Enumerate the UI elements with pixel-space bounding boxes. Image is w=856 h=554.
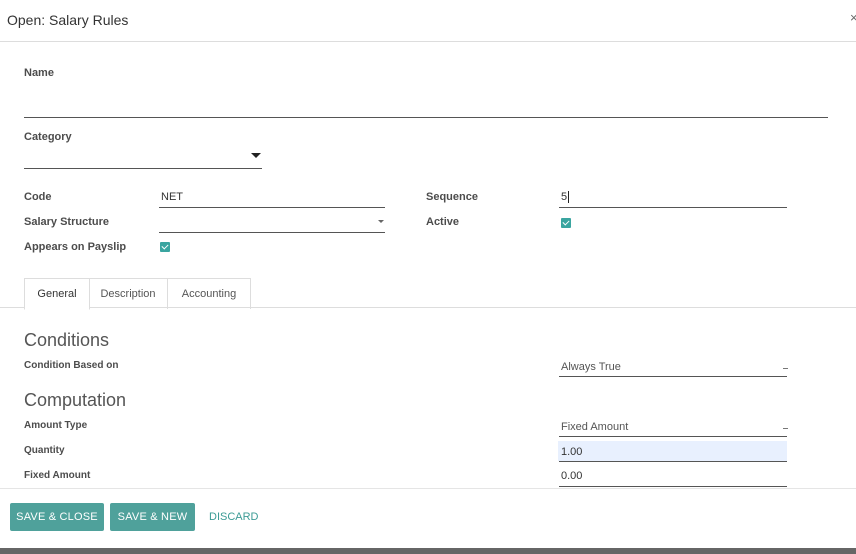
chevron-down-icon[interactable]: [251, 153, 261, 158]
sequence-input-underline: [559, 207, 787, 208]
bottom-bar: [0, 548, 856, 554]
dropdown-caret-icon: [783, 368, 788, 369]
salary-structure-underline: [159, 232, 385, 233]
save-new-button[interactable]: SAVE & NEW: [110, 503, 195, 531]
tab-label: General: [37, 288, 77, 300]
name-input-underline: [24, 117, 828, 118]
code-input-underline: [159, 207, 385, 208]
active-label: Active: [426, 216, 460, 228]
save-close-button[interactable]: SAVE & CLOSE: [10, 503, 104, 531]
fixed-amount-label: Fixed Amount: [24, 470, 91, 481]
chevron-down-icon[interactable]: [378, 220, 384, 223]
conditions-heading: Conditions: [24, 330, 110, 350]
amount-type-underline: [559, 436, 787, 437]
condition-based-on-label: Condition Based on: [24, 360, 119, 371]
appears-on-payslip-label: Appears on Payslip: [24, 241, 127, 253]
quantity-input[interactable]: 1.00: [561, 446, 582, 458]
category-select[interactable]: [24, 150, 262, 168]
sequence-input[interactable]: 5: [561, 191, 570, 204]
sequence-value: 5: [561, 191, 568, 203]
salary-structure-label: Salary Structure: [24, 216, 109, 228]
computation-heading: Computation: [24, 390, 127, 410]
sequence-label: Sequence: [426, 191, 478, 203]
tab-description[interactable]: Description: [89, 278, 168, 309]
category-select-underline: [24, 168, 262, 169]
fixed-amount-input[interactable]: 0.00: [561, 470, 582, 482]
tab-label: Accounting: [181, 288, 237, 300]
dialog-header: Open: Salary Rules ×: [0, 0, 856, 42]
amount-type-label: Amount Type: [24, 420, 88, 431]
dialog-title: Open: Salary Rules: [7, 12, 129, 28]
discard-button[interactable]: DISCARD: [209, 511, 259, 523]
condition-based-on-select[interactable]: Always True: [561, 361, 621, 373]
amount-type-select[interactable]: Fixed Amount: [561, 421, 628, 433]
dropdown-caret-icon: [783, 428, 788, 429]
quantity-label: Quantity: [24, 445, 65, 456]
tab-general[interactable]: General: [24, 278, 90, 310]
tab-accounting[interactable]: Accounting: [168, 278, 251, 309]
condition-based-on-underline: [559, 376, 787, 377]
quantity-underline: [559, 461, 787, 462]
close-icon[interactable]: ×: [850, 10, 856, 25]
text-cursor: [568, 191, 570, 204]
active-checkbox[interactable]: [561, 218, 571, 228]
quantity-field-bg: [558, 441, 787, 461]
category-label: Category: [24, 131, 72, 143]
appears-on-payslip-checkbox[interactable]: [160, 242, 170, 252]
name-label: Name: [24, 67, 54, 79]
code-label: Code: [24, 191, 52, 203]
tab-label: Description: [100, 288, 156, 300]
code-input[interactable]: NET: [161, 191, 183, 203]
salary-structure-select[interactable]: [161, 216, 371, 230]
fixed-amount-underline: [559, 486, 787, 487]
name-input[interactable]: [24, 98, 828, 116]
